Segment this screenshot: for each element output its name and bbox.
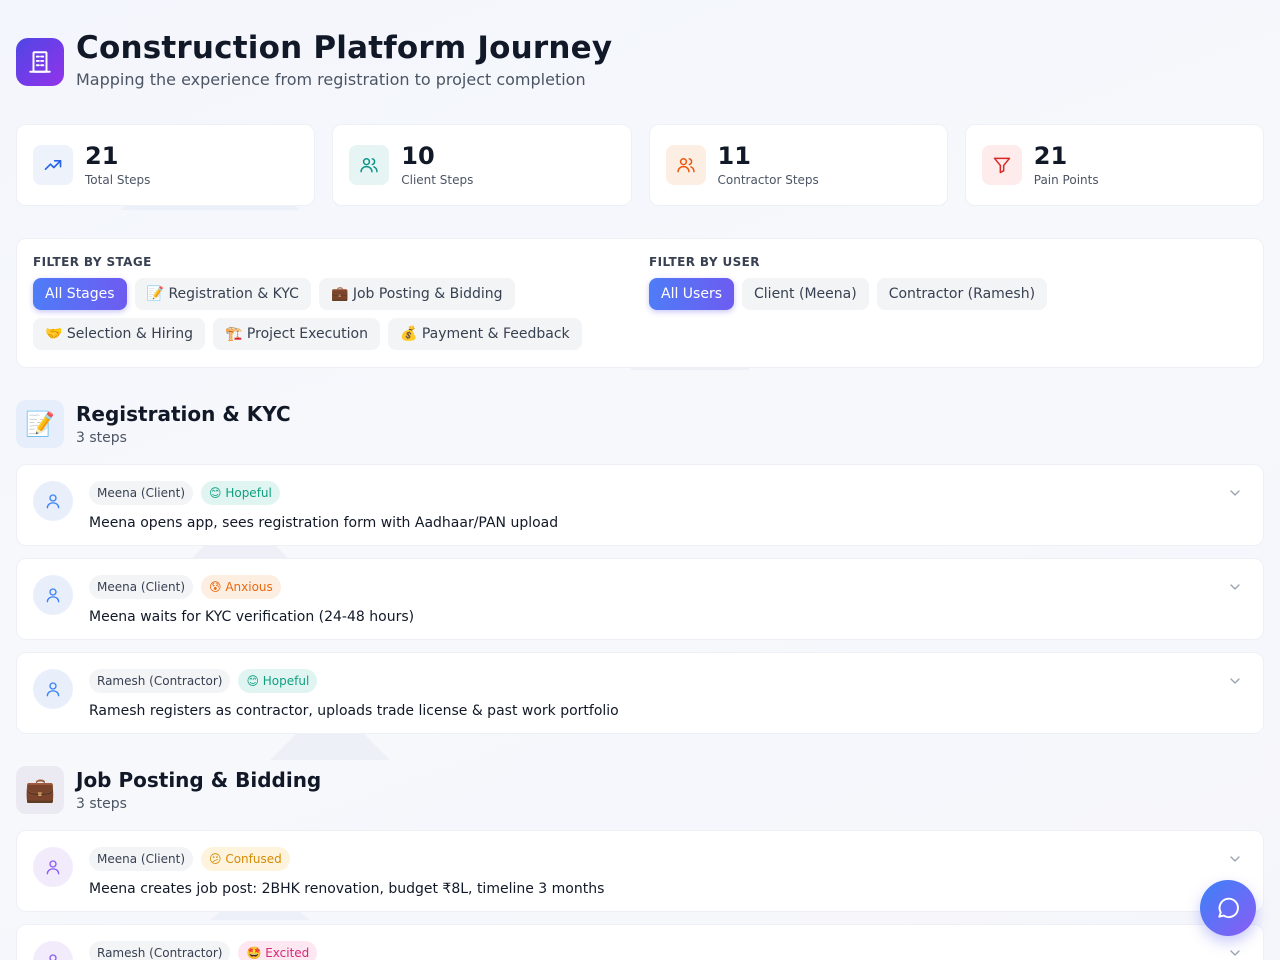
stat-label: Client Steps: [401, 173, 474, 188]
step-card[interactable]: Meena (Client) 😰 Anxious Meena waits for…: [16, 558, 1264, 640]
chevron-down-icon[interactable]: [1227, 851, 1243, 871]
section-header-registration: 📝 Registration & KYC 3 steps: [16, 400, 291, 448]
stat-label: Pain Points: [1033, 173, 1099, 188]
stage-chip-selection[interactable]: 🤝 Selection & Hiring: [33, 318, 206, 350]
stage-chip-execution[interactable]: 🏗️ Project Execution: [213, 318, 380, 350]
user-tag: Meena (Client): [89, 575, 193, 599]
stage-chip-job-posting[interactable]: 💼 Job Posting & Bidding: [318, 278, 515, 310]
user-icon: [33, 941, 73, 960]
stat-value: 10: [401, 141, 435, 170]
step-description: Meena waits for KYC verification (24-48 …: [89, 609, 415, 625]
user-chip-client[interactable]: Client (Meena): [742, 278, 869, 310]
mood-badge: 😊 Hopeful: [201, 481, 280, 505]
user-icon: [33, 669, 73, 709]
stage-chip-registration[interactable]: 📝 Registration & KYC: [134, 278, 311, 310]
step-card[interactable]: Ramesh (Contractor) 🤩 Excited: [16, 924, 1264, 960]
briefcase-icon: 💼: [16, 766, 64, 814]
filter-icon: [981, 145, 1022, 185]
chat-bubble-icon: [1215, 895, 1241, 921]
section-title: Registration & KYC: [76, 402, 291, 426]
stat-label: Contractor Steps: [717, 173, 819, 188]
chevron-down-icon[interactable]: [1227, 579, 1243, 599]
section-title: Job Posting & Bidding: [76, 768, 322, 792]
step-card[interactable]: Meena (Client) 😕 Confused Meena creates …: [16, 830, 1264, 912]
mood-badge: 😕 Confused: [201, 847, 290, 871]
users-icon: [349, 145, 390, 185]
step-description: Meena creates job post: 2BHK renovation,…: [89, 881, 605, 897]
trending-up-icon: [33, 145, 73, 185]
step-card[interactable]: Meena (Client) 😊 Hopeful Meena opens app…: [16, 464, 1264, 546]
user-filter-title: FILTER BY USER: [649, 255, 760, 269]
page-title: Construction Platform Journey: [76, 30, 613, 66]
step-description: Ramesh registers as contractor, uploads …: [89, 703, 619, 719]
step-description: Meena opens app, sees registration form …: [89, 515, 559, 531]
stage-chip-all[interactable]: All Stages: [33, 278, 127, 310]
stat-value: 11: [717, 141, 751, 170]
stat-card-client-steps: 10 Client Steps: [332, 124, 632, 206]
mood-badge: 😰 Anxious: [201, 575, 281, 599]
step-card[interactable]: Ramesh (Contractor) 😊 Hopeful Ramesh reg…: [16, 652, 1264, 734]
memo-icon: 📝: [16, 400, 64, 448]
page-subtitle: Mapping the experience from registration…: [76, 70, 586, 89]
section-step-count: 3 steps: [76, 796, 127, 812]
chevron-down-icon[interactable]: [1227, 945, 1243, 960]
user-chip-all[interactable]: All Users: [649, 278, 735, 310]
page-header: Construction Platform Journey Mapping th…: [16, 30, 612, 89]
user-icon: [33, 575, 73, 615]
user-icon: [33, 481, 73, 521]
stats-row: 21 Total Steps 10 Client Steps 11 Contra…: [16, 124, 1264, 206]
user-filter-group: FILTER BY USER All Users Client (Meena) …: [649, 255, 1249, 310]
user-tag: Ramesh (Contractor): [89, 669, 231, 693]
user-tag: Meena (Client): [89, 481, 193, 505]
users-icon: [665, 145, 706, 185]
chevron-down-icon[interactable]: [1227, 485, 1243, 505]
user-chip-contractor[interactable]: Contractor (Ramesh): [876, 278, 1048, 310]
section-header-job-posting: 💼 Job Posting & Bidding 3 steps: [16, 766, 321, 814]
building-icon: [16, 38, 64, 86]
stat-card-contractor-steps: 11 Contractor Steps: [648, 124, 948, 206]
stat-label: Total Steps: [85, 173, 151, 188]
filter-panel: FILTER BY STAGE All Stages 📝 Registratio…: [16, 238, 1264, 368]
stat-value: 21: [1033, 141, 1068, 170]
stat-card-pain-points: 21 Pain Points: [964, 124, 1264, 206]
stage-filter-title: FILTER BY STAGE: [33, 255, 152, 269]
user-tag: Ramesh (Contractor): [89, 941, 231, 960]
mood-badge: 🤩 Excited: [238, 941, 318, 960]
chevron-down-icon[interactable]: [1227, 673, 1243, 693]
mood-badge: 😊 Hopeful: [238, 669, 318, 693]
stage-filter-group: FILTER BY STAGE All Stages 📝 Registratio…: [33, 255, 613, 350]
stat-value: 21: [85, 141, 119, 170]
stage-chip-payment[interactable]: 💰 Payment & Feedback: [387, 318, 582, 350]
chat-button[interactable]: [1200, 880, 1256, 936]
stat-card-total-steps: 21 Total Steps: [16, 124, 316, 206]
user-tag: Meena (Client): [89, 847, 193, 871]
section-step-count: 3 steps: [76, 430, 127, 446]
user-icon: [33, 847, 73, 887]
